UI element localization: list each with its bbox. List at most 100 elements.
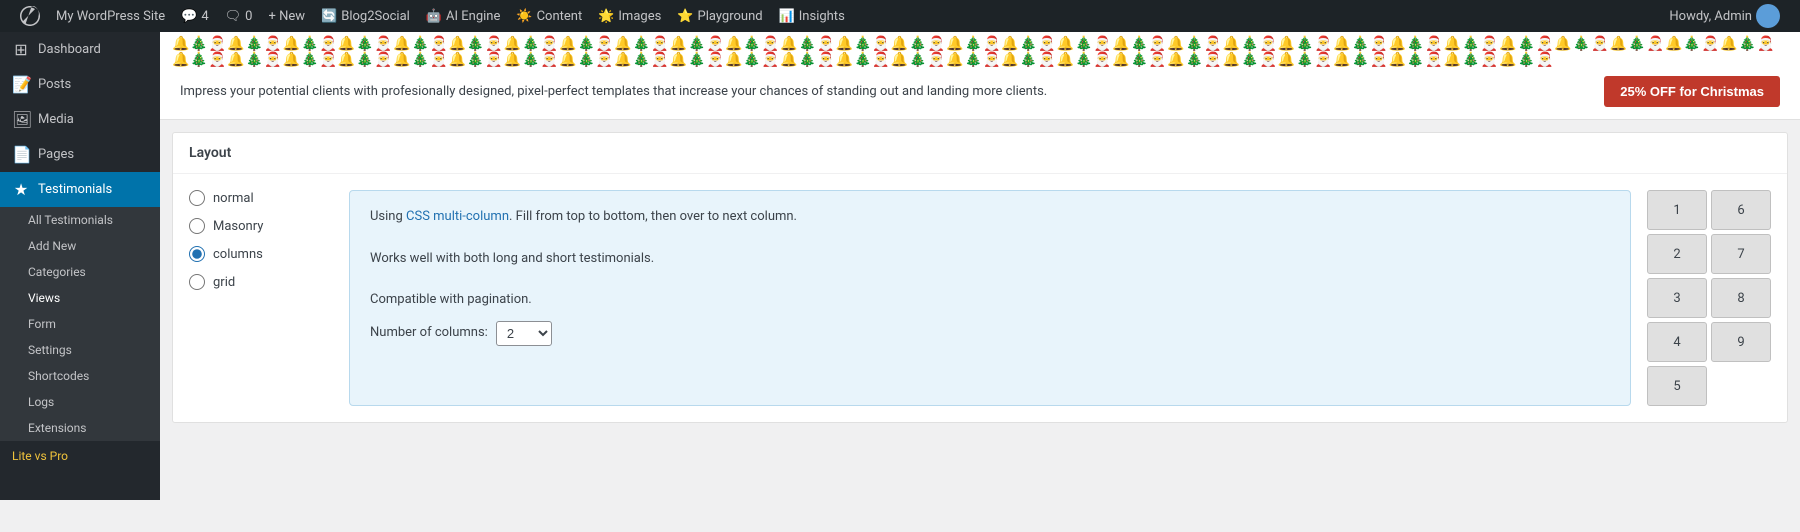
label-masonry: Masonry xyxy=(213,219,263,234)
new-label: + New xyxy=(268,9,305,24)
layout-option-grid[interactable]: grid xyxy=(189,274,329,290)
messages-icon: 🗨 xyxy=(225,9,242,24)
insights-icon: 📊 xyxy=(779,9,795,24)
radio-masonry[interactable] xyxy=(189,218,205,234)
testimonials-label: Testimonials xyxy=(38,182,112,197)
playground-icon: ⭐ xyxy=(677,9,693,24)
columns-select[interactable]: 1 2 3 4 5 6 7 8 9 xyxy=(496,321,552,346)
label-columns: columns xyxy=(213,247,263,262)
sidebar-item-testimonials[interactable]: ★ Testimonials xyxy=(0,172,160,207)
dashboard-label: Dashboard xyxy=(38,42,101,57)
insights-link[interactable]: 📊 Insights xyxy=(771,0,853,32)
col-num-7[interactable]: 7 xyxy=(1711,234,1771,274)
wp-logo[interactable] xyxy=(12,0,48,32)
christmas-offer-button[interactable]: 25% OFF for Christmas xyxy=(1604,76,1780,107)
radio-grid[interactable] xyxy=(189,274,205,290)
layout-option-masonry[interactable]: Masonry xyxy=(189,218,329,234)
sidebar-item-shortcodes[interactable]: Shortcodes xyxy=(0,363,160,389)
radio-columns[interactable] xyxy=(189,246,205,262)
sidebar-item-media[interactable]: 🖼 Media xyxy=(0,102,160,137)
site-name: My WordPress Site xyxy=(56,9,165,24)
sidebar-item-add-new[interactable]: Add New xyxy=(0,233,160,259)
content-icon: ☀️ xyxy=(516,9,532,24)
col-num-1[interactable]: 1 xyxy=(1647,190,1707,230)
layout-options: normal Masonry columns grid xyxy=(189,190,349,406)
posts-label: Posts xyxy=(38,77,71,92)
layout-option-columns[interactable]: columns xyxy=(189,246,329,262)
new-content-button[interactable]: + New xyxy=(260,0,313,32)
dashboard-icon: ⊞ xyxy=(12,40,30,59)
ai-engine-icon: 🤖 xyxy=(426,9,442,24)
christmas-banner: 🔔🎄🎅🔔🎄🎅🔔🎄🎅🔔🎄🎅🔔🎄🎅🔔🎄🎅🔔🎄🎅🔔🎄🎅🔔🎄🎅🔔🎄🎅🔔🎄🎅🔔🎄🎅🔔🎄🎅🔔… xyxy=(160,32,1800,120)
layout-option-normal[interactable]: normal xyxy=(189,190,329,206)
shortcodes-label: Shortcodes xyxy=(28,369,89,383)
desc-line3: Compatible with pagination. xyxy=(370,290,1610,311)
col-num-8[interactable]: 8 xyxy=(1711,278,1771,318)
col-num-9[interactable]: 9 xyxy=(1711,322,1771,362)
pages-icon: 📄 xyxy=(12,145,30,164)
columns-label: Number of columns: xyxy=(370,323,488,344)
layout-title: Layout xyxy=(173,133,1787,174)
messages-link[interactable]: 🗨 0 xyxy=(217,0,261,32)
logs-label: Logs xyxy=(28,395,54,409)
posts-icon: 📝 xyxy=(12,75,30,94)
content-link[interactable]: ☀️ Content xyxy=(508,0,590,32)
playground-link[interactable]: ⭐ Playground xyxy=(669,0,770,32)
images-link[interactable]: 🌟 Images xyxy=(590,0,669,32)
col-num-4[interactable]: 4 xyxy=(1647,322,1707,362)
sidebar-item-settings[interactable]: Settings xyxy=(0,337,160,363)
comments-count: 4 xyxy=(201,9,208,24)
settings-label: Settings xyxy=(28,343,72,357)
blog2social-link[interactable]: 🔄 Blog2Social xyxy=(313,0,418,32)
col-num-3[interactable]: 3 xyxy=(1647,278,1707,318)
testimonials-icon: ★ xyxy=(12,180,30,199)
media-label: Media xyxy=(38,112,74,127)
howdy-text: Howdy, Admin xyxy=(1669,9,1752,24)
sidebar-item-dashboard[interactable]: ⊞ Dashboard xyxy=(0,32,160,67)
col-num-5[interactable]: 5 xyxy=(1647,366,1707,406)
add-new-label: Add New xyxy=(28,239,76,253)
sidebar-item-logs[interactable]: Logs xyxy=(0,389,160,415)
all-testimonials-label: All Testimonials xyxy=(28,213,113,227)
howdy-link[interactable]: Howdy, Admin xyxy=(1661,0,1788,32)
sidebar-item-all-testimonials[interactable]: All Testimonials xyxy=(0,207,160,233)
layout-section: Layout normal Masonry columns xyxy=(172,132,1788,423)
adminmenu: ⊞ Dashboard 📝 Posts 🖼 Media 📄 Pages ★ Te… xyxy=(0,32,160,500)
col-num-6[interactable]: 6 xyxy=(1711,190,1771,230)
sidebar-item-pages[interactable]: 📄 Pages xyxy=(0,137,160,172)
css-multi-column-link[interactable]: CSS multi-column xyxy=(406,209,509,224)
playground-label: Playground xyxy=(698,9,763,24)
radio-normal[interactable] xyxy=(189,190,205,206)
images-icon: 🌟 xyxy=(598,9,614,24)
blog2social-label: Blog2Social xyxy=(341,9,410,24)
avatar xyxy=(1756,4,1780,28)
site-name-link[interactable]: My WordPress Site xyxy=(48,0,173,32)
sidebar-item-categories[interactable]: Categories xyxy=(0,259,160,285)
label-grid: grid xyxy=(213,275,235,290)
blog2social-icon: 🔄 xyxy=(321,9,337,24)
desc-line1: Using CSS multi-column. Fill from top to… xyxy=(370,207,1610,228)
pages-label: Pages xyxy=(38,147,74,162)
sidebar-item-views[interactable]: Views xyxy=(0,285,160,311)
comments-link[interactable]: 💬 4 xyxy=(173,0,217,32)
ai-engine-label: AI Engine xyxy=(446,9,500,24)
adminbar-right: Howdy, Admin xyxy=(1661,0,1788,32)
layout-body: normal Masonry columns grid xyxy=(173,174,1787,422)
insights-label: Insights xyxy=(799,9,845,24)
christmas-decoration: 🔔🎄🎅🔔🎄🎅🔔🎄🎅🔔🎄🎅🔔🎄🎅🔔🎄🎅🔔🎄🎅🔔🎄🎅🔔🎄🎅🔔🎄🎅🔔🎄🎅🔔🎄🎅🔔🎄🎅🔔… xyxy=(160,32,1800,68)
lite-vs-pro-label: Lite vs Pro xyxy=(12,449,68,463)
messages-count: 0 xyxy=(245,9,252,24)
banner-description: Impress your potential clients with prof… xyxy=(180,84,1584,99)
sidebar-item-form[interactable]: Form xyxy=(0,311,160,337)
label-normal: normal xyxy=(213,191,254,206)
views-label: Views xyxy=(28,291,60,305)
media-icon: 🖼 xyxy=(12,110,30,129)
sidebar-item-posts[interactable]: 📝 Posts xyxy=(0,67,160,102)
ai-engine-link[interactable]: 🤖 AI Engine xyxy=(418,0,509,32)
desc-line2: Works well with both long and short test… xyxy=(370,249,1610,270)
columns-select-row: Number of columns: 1 2 3 4 5 6 7 8 9 xyxy=(370,321,1610,346)
col-num-2[interactable]: 2 xyxy=(1647,234,1707,274)
sidebar-item-lite-vs-pro[interactable]: Lite vs Pro xyxy=(0,441,160,471)
main-content: 🔔🎄🎅🔔🎄🎅🔔🎄🎅🔔🎄🎅🔔🎄🎅🔔🎄🎅🔔🎄🎅🔔🎄🎅🔔🎄🎅🔔🎄🎅🔔🎄🎅🔔🎄🎅🔔🎄🎅🔔… xyxy=(160,32,1800,500)
sidebar-item-extensions[interactable]: Extensions xyxy=(0,415,160,441)
